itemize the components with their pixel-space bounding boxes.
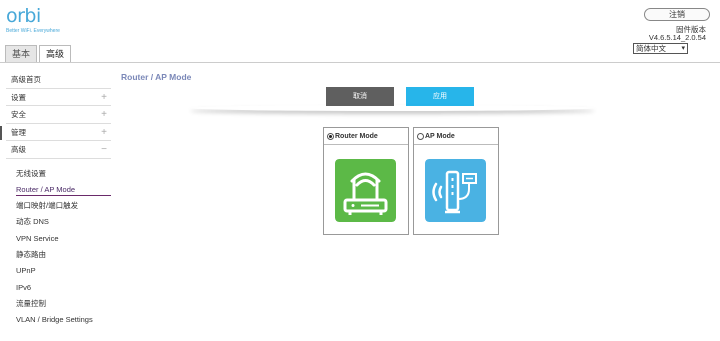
- cancel-button[interactable]: 取消: [326, 87, 394, 106]
- sidebar: 高级首页 设置 + 安全 + 管理 + 高级 − 无线设置 Router / A…: [0, 71, 111, 329]
- sidebar-item-advanced-setup[interactable]: 高级 −: [6, 141, 111, 159]
- ap-mode-header: AP Mode: [414, 128, 498, 145]
- firmware-version: V4.6.5.14_2.0.54: [648, 33, 706, 42]
- submenu-item-port-forwarding[interactable]: 端口映射/端口触发: [6, 198, 111, 214]
- submenu-item-vpn-service[interactable]: VPN Service: [6, 231, 111, 247]
- router-icon: [335, 159, 396, 222]
- sidebar-item-label: 管理: [11, 127, 26, 137]
- router-mode-label: Router Mode: [335, 133, 378, 140]
- sidebar-item-security[interactable]: 安全 +: [6, 106, 111, 124]
- submenu-item-vlan-bridge[interactable]: VLAN / Bridge Settings: [6, 312, 111, 328]
- router-mode-header: Router Mode: [324, 128, 408, 145]
- submenu-item-upnp[interactable]: UPnP: [6, 263, 111, 279]
- router-mode-card[interactable]: Router Mode: [323, 127, 409, 235]
- header-divider: [0, 62, 720, 63]
- ap-mode-radio[interactable]: [417, 133, 424, 140]
- logo-tagline: Better WiFi. Everywhere: [6, 28, 60, 34]
- sidebar-item-label: 高级首页: [11, 75, 41, 84]
- submenu-item-ipv6[interactable]: IPv6: [6, 280, 111, 296]
- router-mode-radio[interactable]: [327, 133, 334, 140]
- submenu-item-dynamic-dns[interactable]: 动态 DNS: [6, 214, 111, 230]
- language-select[interactable]: 简体中文 ▾: [633, 43, 688, 54]
- language-value: 简体中文: [636, 44, 666, 53]
- logo-wordmark: orbi: [6, 5, 41, 27]
- logout-button[interactable]: 注销: [644, 8, 710, 21]
- toolbar-shadow-divider: [190, 105, 595, 111]
- tab-advanced[interactable]: 高级: [39, 45, 72, 63]
- sidebar-item-advanced-home[interactable]: 高级首页: [6, 71, 111, 89]
- submenu-item-wireless-settings[interactable]: 无线设置: [6, 166, 111, 182]
- sidebar-item-label: 设置: [11, 92, 26, 102]
- advanced-submenu: 无线设置 Router / AP Mode 端口映射/端口触发 动态 DNS V…: [6, 159, 111, 329]
- expand-icon: +: [101, 91, 107, 103]
- apply-button[interactable]: 应用: [406, 87, 474, 106]
- submenu-item-static-routes[interactable]: 静态路由: [6, 247, 111, 263]
- ap-mode-label: AP Mode: [425, 133, 455, 140]
- access-point-icon: [425, 159, 486, 222]
- chevron-down-icon: ▾: [681, 45, 685, 52]
- mode-tabs: 基本 高级: [5, 45, 73, 63]
- collapse-icon: −: [101, 144, 107, 155]
- submenu-item-traffic-control[interactable]: 流量控制: [6, 296, 111, 312]
- sidebar-item-label: 安全: [11, 110, 26, 119]
- ap-mode-card[interactable]: AP Mode: [413, 127, 499, 235]
- expand-icon: +: [101, 109, 107, 120]
- sidebar-item-setup[interactable]: 设置 +: [6, 89, 111, 106]
- orbi-logo: orbi Better WiFi. Everywhere: [6, 6, 60, 34]
- tab-basic[interactable]: 基本: [5, 45, 38, 62]
- sidebar-item-administration[interactable]: 管理 +: [0, 124, 111, 141]
- expand-icon: +: [101, 126, 107, 138]
- sidebar-item-label: 高级: [11, 145, 26, 154]
- page-title: Router / AP Mode: [121, 72, 192, 82]
- submenu-item-router-ap-mode[interactable]: Router / AP Mode: [6, 182, 111, 198]
